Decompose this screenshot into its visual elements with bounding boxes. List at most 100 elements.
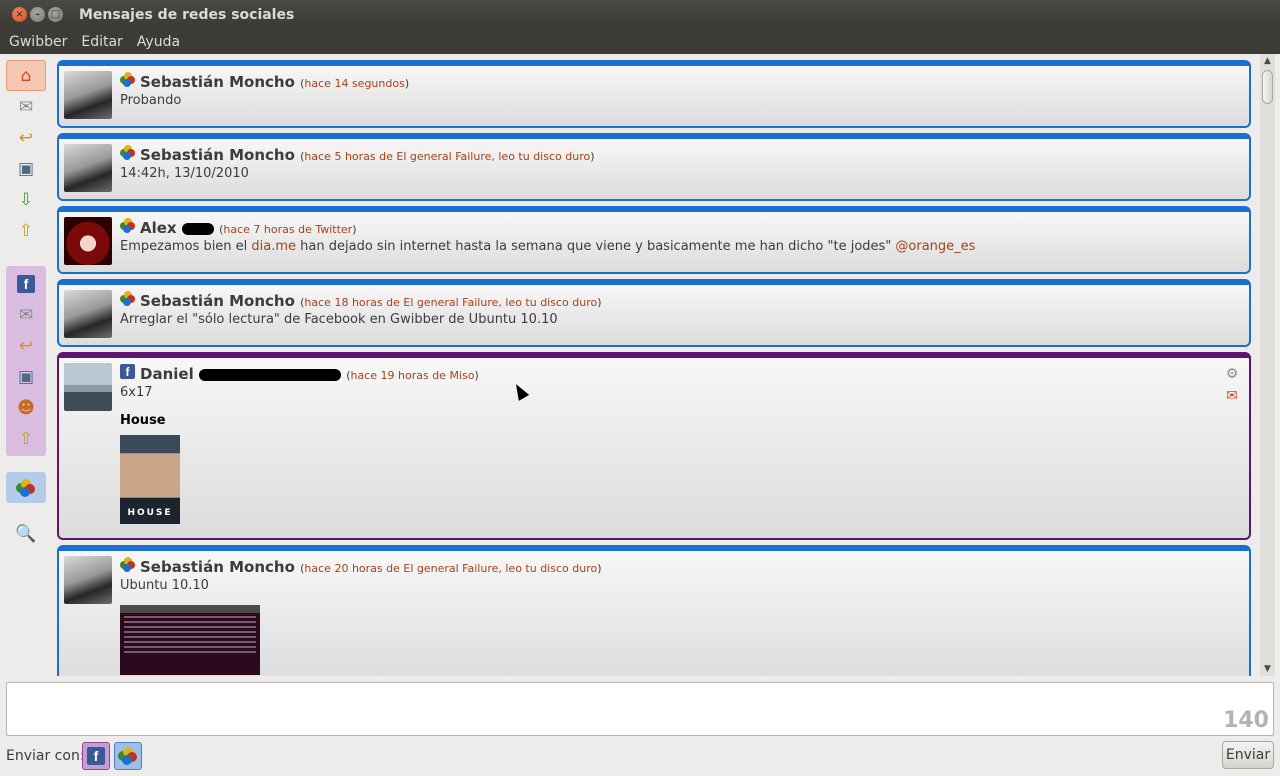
message-text: Probando bbox=[120, 93, 182, 108]
attachment-image[interactable]: HOUSE bbox=[120, 435, 180, 524]
attachment-image[interactable] bbox=[120, 605, 260, 675]
message-time[interactable]: hace 14 segundos bbox=[304, 77, 404, 90]
avatar[interactable] bbox=[64, 217, 112, 265]
reply-icon[interactable]: ✉ bbox=[1223, 388, 1241, 404]
gwibber-service-icon bbox=[120, 72, 135, 87]
facebook-icon: f bbox=[87, 747, 105, 765]
message-item[interactable]: Sebastián Moncho (hace 5 horas de El gen… bbox=[57, 133, 1251, 201]
avatar[interactable] bbox=[64, 556, 112, 604]
message-text: 6x17 bbox=[120, 385, 153, 400]
messages-icon: ✉ bbox=[18, 304, 34, 325]
message-header: Daniel (hace 19 horas de Miso) bbox=[140, 365, 479, 383]
send-facebook-toggle[interactable]: f bbox=[82, 742, 110, 770]
home-stream-button[interactable]: ⌂ bbox=[6, 60, 46, 91]
message-time[interactable]: hace 20 horas de El general Failure, leo… bbox=[304, 562, 597, 575]
message-header: Sebastián Moncho (hace 18 horas de El ge… bbox=[140, 292, 602, 310]
avatar[interactable] bbox=[64, 144, 112, 192]
author-name[interactable]: Sebastián Moncho bbox=[140, 292, 295, 310]
gwibber-service-icon bbox=[120, 218, 135, 233]
message-item[interactable]: f Daniel (hace 19 horas de Miso) 6x17 ⚙ … bbox=[57, 352, 1251, 540]
outgoing-stream-button[interactable]: ⇧ bbox=[6, 215, 46, 246]
stream-sidebar: ⌂ ✉ ↩ ▣ ⇩ ⇧ f ✉ ↩ ▣ ☻ ⇧ 🔍 bbox=[0, 54, 53, 676]
friends-icon: ☻ bbox=[17, 397, 35, 418]
author-name[interactable]: Daniel bbox=[140, 365, 194, 383]
menu-ayuda[interactable]: Ayuda bbox=[130, 34, 187, 50]
facebook-images-button[interactable]: ▣ bbox=[6, 361, 46, 392]
gwibber-account-button[interactable] bbox=[6, 472, 46, 503]
incoming-icon: ⇩ bbox=[18, 189, 34, 210]
send-button[interactable]: Enviar bbox=[1222, 741, 1274, 769]
scroll-thumb[interactable] bbox=[1262, 70, 1273, 104]
facebook-outgoing-button[interactable]: ⇧ bbox=[6, 423, 46, 454]
meta-close: ) bbox=[474, 369, 479, 382]
message-link[interactable]: dia.me bbox=[251, 239, 296, 254]
menu-editar[interactable]: Editar bbox=[74, 34, 129, 50]
author-name[interactable]: Alex bbox=[140, 219, 177, 237]
search-icon: 🔍 bbox=[15, 523, 37, 544]
avatar[interactable] bbox=[64, 290, 112, 338]
message-header: Alex (hace 7 horas de Twitter) bbox=[140, 219, 357, 237]
message-time[interactable]: hace 18 horas de El general Failure, leo… bbox=[304, 296, 597, 309]
gwibber-service-icon bbox=[120, 145, 135, 160]
send-bar: Enviar con: f Enviar bbox=[0, 740, 1280, 774]
avatar[interactable] bbox=[64, 71, 112, 119]
images-icon: ▣ bbox=[17, 366, 35, 387]
author-name[interactable]: Sebastián Moncho bbox=[140, 146, 295, 164]
message-item[interactable]: Sebastián Moncho (hace 20 horas de El ge… bbox=[57, 545, 1251, 676]
meta-close: ) bbox=[597, 296, 602, 309]
send-gwibber-toggle[interactable] bbox=[114, 742, 142, 770]
gwibber-streams-group bbox=[6, 470, 46, 505]
facebook-friends-button[interactable]: ☻ bbox=[6, 392, 46, 423]
gwibber-account-icon bbox=[118, 747, 138, 765]
message-time[interactable]: hace 7 horas de Twitter bbox=[223, 223, 352, 236]
home-icon: ⌂ bbox=[20, 65, 32, 86]
images-stream-button[interactable]: ▣ bbox=[6, 153, 46, 184]
search-button[interactable]: 🔍 bbox=[6, 518, 46, 549]
avatar[interactable] bbox=[64, 363, 112, 411]
facebook-replies-button[interactable]: ↩ bbox=[6, 330, 46, 361]
maximize-window-button[interactable]: □ bbox=[48, 7, 63, 22]
message-item[interactable]: Sebastián Moncho (hace 18 horas de El ge… bbox=[57, 279, 1251, 347]
message-scrollbar[interactable]: ▲ ▼ bbox=[1260, 54, 1275, 676]
menu-gwibber[interactable]: Gwibber bbox=[0, 34, 74, 50]
all-streams-group: ⌂ ✉ ↩ ▣ ⇩ ⇧ bbox=[6, 58, 46, 248]
replies-icon: ↩ bbox=[18, 335, 34, 356]
gwibber-service-icon bbox=[120, 291, 135, 306]
scroll-down-icon[interactable]: ▼ bbox=[1260, 662, 1275, 676]
facebook-service-icon: f bbox=[120, 364, 135, 379]
message-item[interactable]: Alex (hace 7 horas de Twitter) Empezamos… bbox=[57, 206, 1251, 274]
message-header: Sebastián Moncho (hace 20 horas de El ge… bbox=[140, 558, 602, 576]
message-input[interactable]: 140 bbox=[6, 682, 1274, 736]
facebook-stream-button[interactable]: f bbox=[6, 268, 46, 299]
attachment-title[interactable]: House bbox=[120, 413, 166, 428]
incoming-stream-button[interactable]: ⇩ bbox=[6, 184, 46, 215]
scroll-up-icon[interactable]: ▲ bbox=[1260, 54, 1275, 68]
facebook-icon: f bbox=[17, 274, 35, 293]
like-icon[interactable]: ⚙ bbox=[1223, 366, 1241, 382]
author-name[interactable]: Sebastián Moncho bbox=[140, 73, 295, 91]
message-item[interactable]: Sebastián Moncho (hace 14 segundos) Prob… bbox=[57, 60, 1251, 128]
window-title: Mensajes de redes sociales bbox=[79, 6, 295, 23]
menu-bar: Gwibber Editar Ayuda bbox=[0, 29, 1280, 54]
messages-stream-button[interactable]: ✉ bbox=[6, 91, 46, 122]
author-name[interactable]: Sebastián Moncho bbox=[140, 558, 295, 576]
message-time[interactable]: hace 19 horas de Miso bbox=[350, 369, 474, 382]
message-text: Empezamos bien el dia.me han dejado sin … bbox=[120, 239, 975, 254]
mention-link[interactable]: @orange_es bbox=[895, 239, 975, 254]
meta-close: ) bbox=[597, 562, 602, 575]
message-time[interactable]: hace 5 horas de El general Failure, leo … bbox=[304, 150, 590, 163]
outgoing-icon: ⇧ bbox=[18, 220, 34, 241]
close-window-button[interactable]: × bbox=[12, 7, 27, 22]
minimize-window-button[interactable]: – bbox=[30, 7, 45, 22]
outgoing-icon: ⇧ bbox=[18, 428, 34, 449]
redacted-name bbox=[181, 222, 214, 235]
facebook-streams-group: f ✉ ↩ ▣ ☻ ⇧ bbox=[6, 266, 46, 456]
facebook-messages-button[interactable]: ✉ bbox=[6, 299, 46, 330]
char-counter: 140 bbox=[1223, 708, 1269, 733]
message-list[interactable]: Sebastián Moncho (hace 14 segundos) Prob… bbox=[55, 60, 1255, 676]
message-header: Sebastián Moncho (hace 14 segundos) bbox=[140, 73, 409, 91]
images-icon: ▣ bbox=[17, 158, 35, 179]
attachment-caption: HOUSE bbox=[127, 508, 173, 518]
replies-stream-button[interactable]: ↩ bbox=[6, 122, 46, 153]
meta-close: ) bbox=[352, 223, 357, 236]
